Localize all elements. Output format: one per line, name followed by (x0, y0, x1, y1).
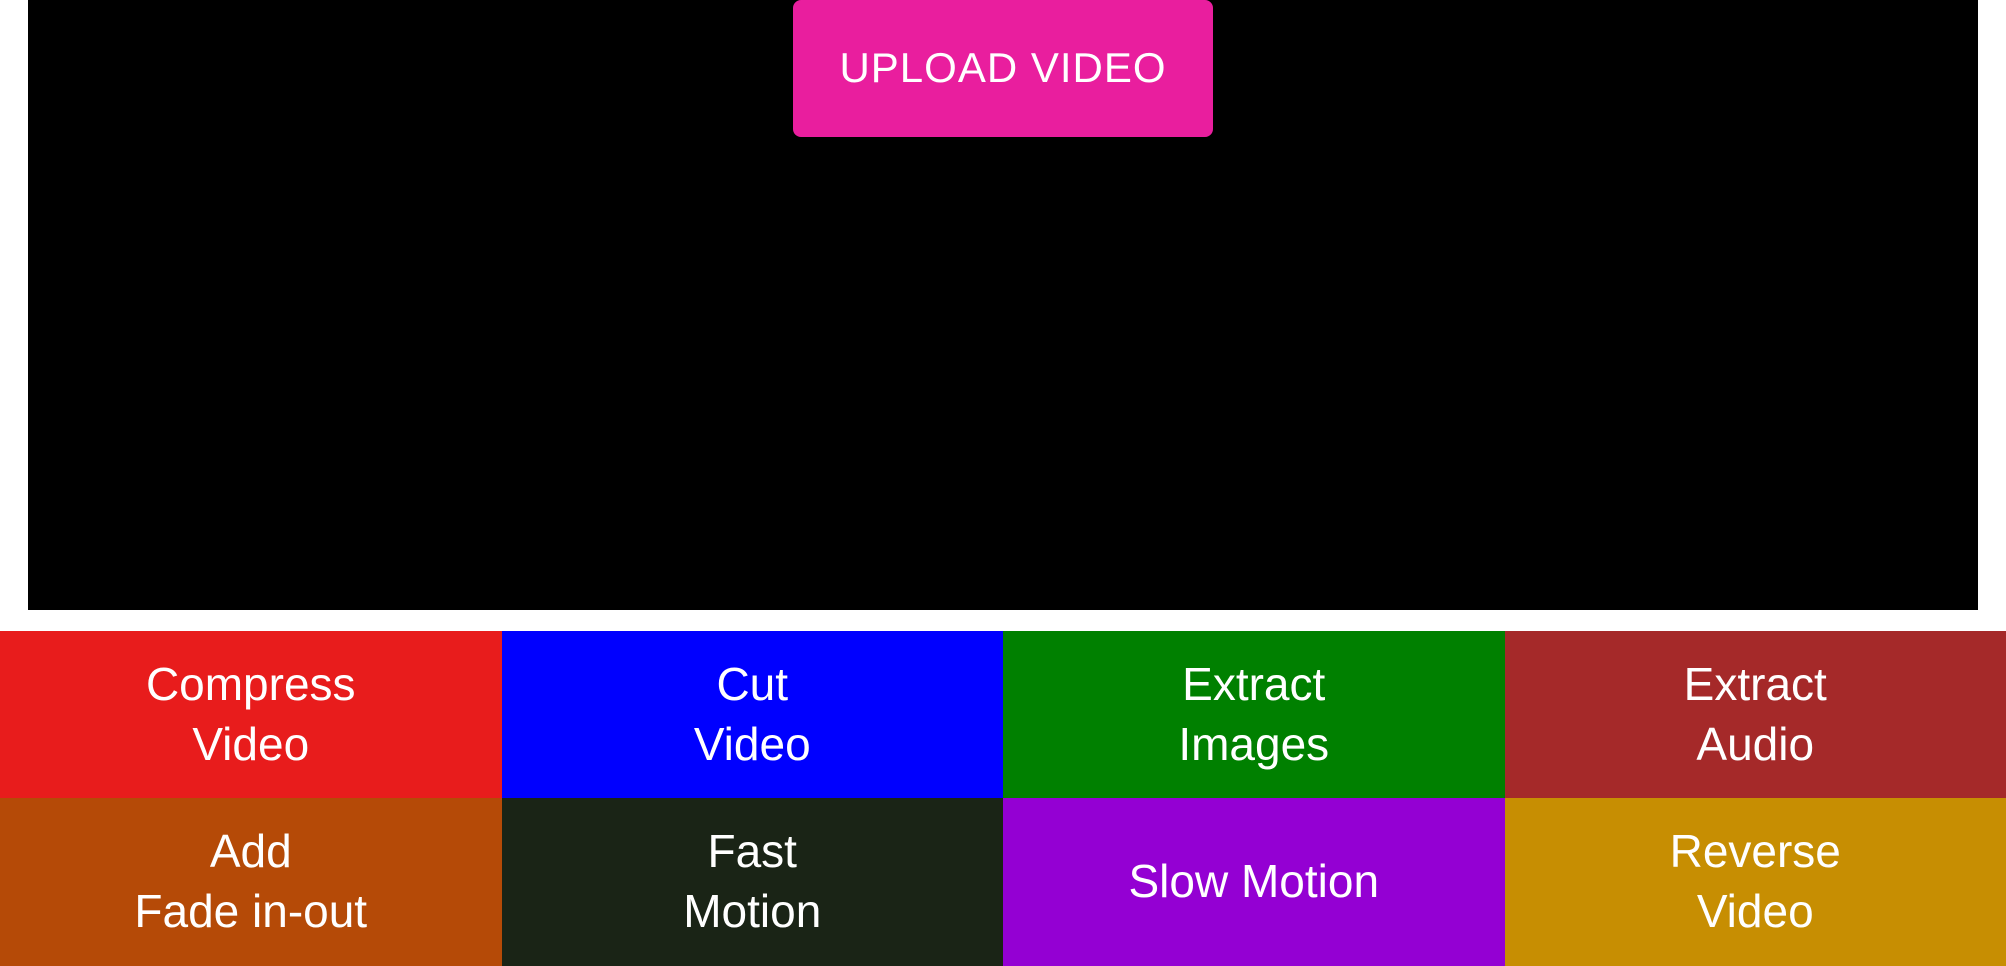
slow-motion-button[interactable]: Slow Motion (1003, 798, 1505, 966)
add-fade-button[interactable]: Add Fade in-out (0, 798, 502, 966)
action-grid: Compress Video Cut Video Extract Images … (0, 631, 2006, 966)
extract-audio-button[interactable]: Extract Audio (1505, 631, 2006, 799)
cut-video-button[interactable]: Cut Video (502, 631, 1004, 799)
extract-images-button[interactable]: Extract Images (1003, 631, 1505, 799)
compress-video-button[interactable]: Compress Video (0, 631, 502, 799)
video-preview-container: UPLOAD VIDEO (0, 0, 2006, 610)
fast-motion-button[interactable]: Fast Motion (502, 798, 1004, 966)
upload-video-button[interactable]: UPLOAD VIDEO (793, 0, 1212, 137)
spacer (0, 610, 2006, 631)
reverse-video-button[interactable]: Reverse Video (1505, 798, 2006, 966)
video-preview-area: UPLOAD VIDEO (28, 0, 1978, 610)
